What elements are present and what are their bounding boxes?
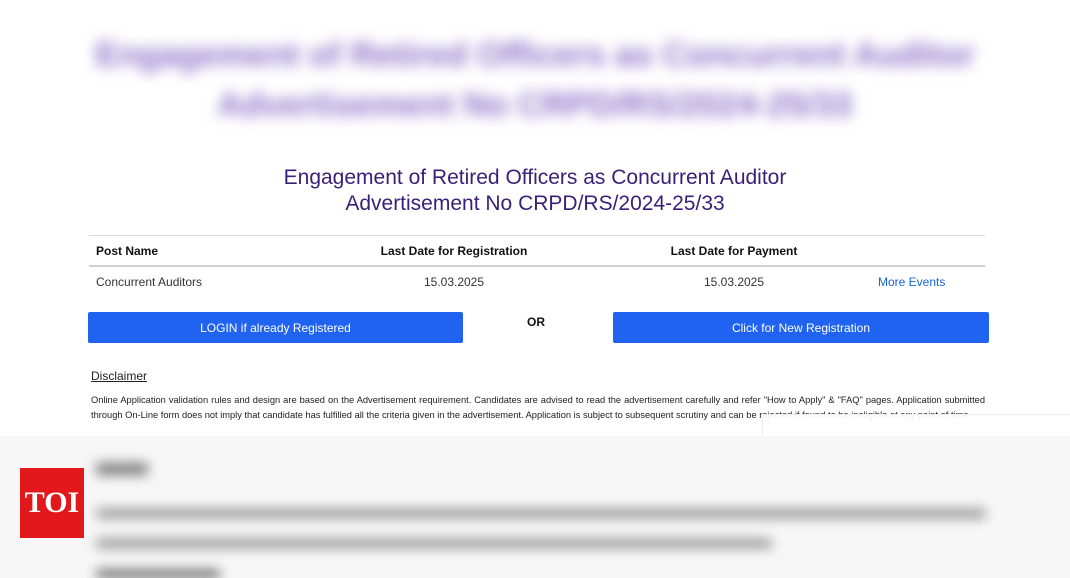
blurred-title-line-1: Engagement of Retired Officers as Concur… bbox=[95, 36, 975, 74]
disclaimer-heading: Disclaimer bbox=[91, 369, 148, 383]
or-separator: OR bbox=[527, 315, 545, 329]
header-payment-date: Last Date for Payment bbox=[670, 243, 798, 258]
new-registration-button[interactable]: Click for New Registration bbox=[613, 312, 989, 343]
title-line-2: Advertisement No CRPD/RS/2024-25/33 bbox=[345, 192, 725, 215]
toi-logo: TOI bbox=[20, 468, 84, 538]
blurred-bottom-section bbox=[0, 436, 1070, 578]
blurred-header: Engagement of Retired Officers as Concur… bbox=[0, 30, 1070, 150]
title-line-1: Engagement of Retired Officers as Concur… bbox=[283, 166, 787, 189]
post-name-cell: Concurrent Auditors bbox=[96, 275, 203, 289]
table-row: Concurrent Auditors 15.03.2025 15.03.202… bbox=[89, 266, 985, 297]
payment-date-cell: 15.03.2025 bbox=[703, 275, 765, 289]
more-events-link[interactable]: More Events bbox=[878, 275, 945, 289]
blurred-text-line bbox=[96, 509, 986, 518]
table-header-row: Post Name Last Date for Registration Las… bbox=[89, 235, 985, 267]
blurred-heading-bar bbox=[96, 463, 148, 475]
header-post-name: Post Name bbox=[96, 243, 159, 258]
page-title: Engagement of Retired Officers as Concur… bbox=[0, 165, 1070, 217]
dates-table: Post Name Last Date for Registration Las… bbox=[89, 235, 985, 297]
overlay-panel bbox=[762, 414, 1070, 437]
header-registration-date: Last Date for Registration bbox=[380, 243, 528, 258]
header-empty bbox=[874, 236, 985, 267]
blurred-title-line-2: Advertisement No CRPD/RS/2024-25/33 bbox=[217, 86, 853, 124]
blurred-subheading-bar bbox=[96, 570, 220, 578]
registration-date-cell: 15.03.2025 bbox=[423, 275, 485, 289]
blurred-text-line bbox=[96, 539, 772, 548]
login-button[interactable]: LOGIN if already Registered bbox=[88, 312, 463, 343]
